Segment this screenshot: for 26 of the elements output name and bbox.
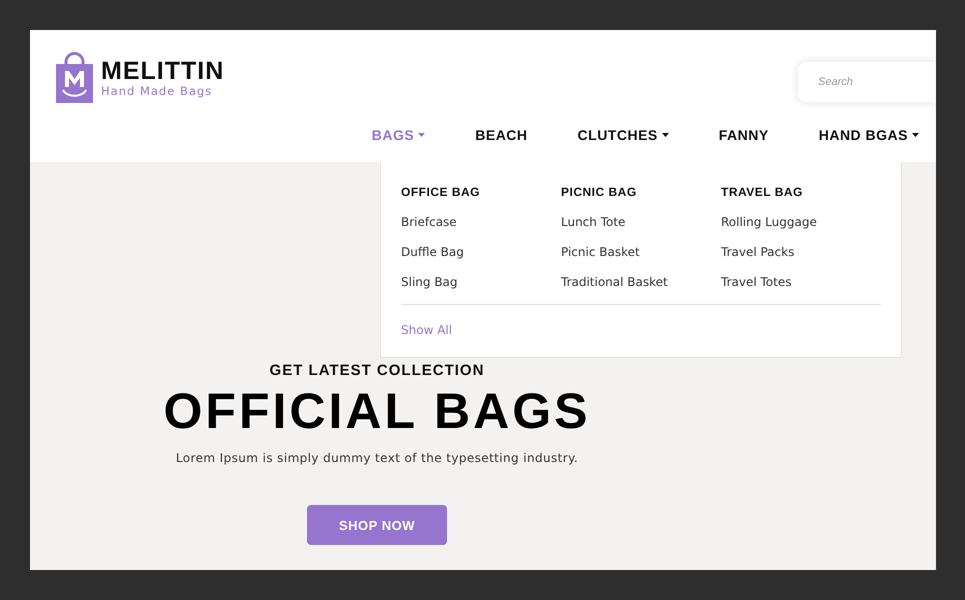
menu-link[interactable]: Sling Bag bbox=[401, 274, 561, 290]
menu-link[interactable]: Picnic Basket bbox=[561, 244, 721, 260]
nav-link[interactable]: FANNY bbox=[718, 127, 769, 145]
menu-heading: OFFICE BAG bbox=[401, 184, 481, 200]
nav-link[interactable]: HAND BGAS bbox=[818, 127, 919, 145]
menu-heading: PICNIC BAG bbox=[561, 184, 638, 200]
menu-link[interactable]: Travel Packs bbox=[721, 244, 881, 260]
menu-link[interactable]: Lunch Tote bbox=[561, 214, 721, 230]
menu-link[interactable]: Rolling Luggage bbox=[721, 214, 881, 230]
show-all-link[interactable]: Show All bbox=[401, 323, 452, 337]
menu-link[interactable]: Duffle Bag bbox=[401, 244, 561, 260]
menu-link[interactable]: Travel Totes bbox=[721, 274, 881, 290]
shopping-bag-logo-icon bbox=[56, 52, 93, 103]
menu-link[interactable]: Briefcase bbox=[401, 214, 561, 230]
shop-now-button[interactable]: SHOP NOW bbox=[307, 505, 447, 545]
menu-link[interactable]: Traditional Basket bbox=[561, 274, 721, 290]
menu-heading: TRAVEL BAG bbox=[721, 184, 804, 200]
brand-name: MELITTIN bbox=[101, 58, 224, 84]
nav-link[interactable]: CLUTCHES bbox=[578, 127, 669, 145]
hero-subtitle: GET LATEST COLLECTION bbox=[270, 362, 484, 379]
nav-link[interactable]: BEACH bbox=[475, 127, 528, 145]
hero-text: Lorem Ipsum is simply dummy text of the typesetting industry. bbox=[176, 451, 578, 465]
hero-title: OFFICIAL BAGS bbox=[164, 383, 590, 439]
search-field[interactable]: Search bbox=[798, 62, 936, 102]
nav-link[interactable]: BAGS bbox=[372, 127, 426, 145]
brand-tagline: Hand Made Bags bbox=[101, 84, 214, 98]
